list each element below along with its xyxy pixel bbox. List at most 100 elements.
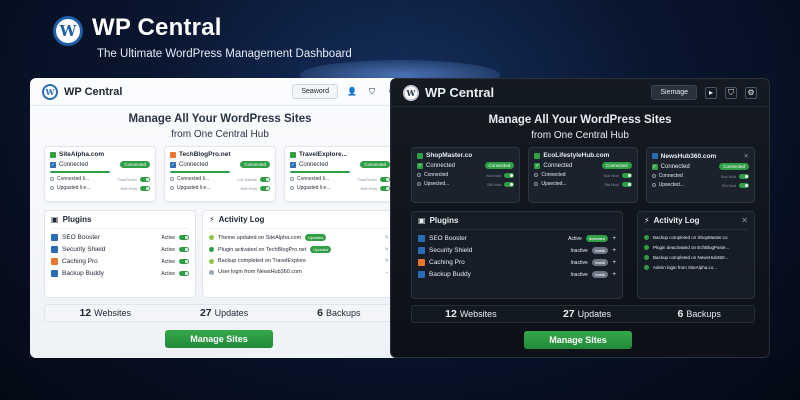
site-card[interactable]: SiteAlpha.com ✓ Connected Connected Connec…	[44, 146, 156, 202]
site-meta: Sbl Nod	[721, 182, 736, 188]
toggle-switch[interactable]	[621, 181, 632, 187]
plugin-row[interactable]: Backup Buddy Active	[51, 270, 189, 277]
hero-subtitle: The Ultimate WordPress Management Dashbo…	[97, 48, 352, 60]
site-detail: Upgasted li e...	[297, 185, 331, 191]
plugin-action-button[interactable]: Activated	[585, 235, 609, 242]
plugin-name: Caching Pro	[429, 259, 465, 266]
plugin-icon	[51, 246, 58, 253]
plugin-state: Active	[161, 246, 175, 253]
manage-sites-button[interactable]: Manage Sites	[165, 330, 273, 348]
status-badge: Connected	[484, 162, 515, 169]
radio-icon	[290, 186, 294, 190]
activity-log-panel: ⚡ Activity Log ✕ Backup completed on ShopM…	[637, 211, 755, 299]
site-card[interactable]: TravelExplore... ✓ Connected Connected Con…	[284, 146, 396, 202]
plugin-action-button[interactable]: Install	[591, 247, 609, 254]
wordpress-logo-icon: W	[53, 16, 83, 46]
site-card[interactable]: ShopMaster.co ✓ Connected Connected Connec…	[411, 147, 521, 203]
manage-sites-button[interactable]: Manage Sites	[524, 331, 632, 349]
shield-icon[interactable]: ⛉	[366, 86, 378, 98]
status-bar	[170, 171, 230, 173]
site-meta: Bdfl Radt	[240, 185, 257, 191]
activity-title: Activity Log	[218, 215, 265, 224]
plugin-row[interactable]: SEO Booster Active	[51, 234, 189, 241]
toggle-switch[interactable]	[504, 181, 515, 187]
close-icon[interactable]: ✕	[744, 152, 749, 160]
site-favicon-icon	[651, 153, 658, 159]
page-title: Manage All Your WordPress Sites from One…	[128, 113, 312, 140]
activity-item[interactable]: Plugin deactivated on EchBlogPaste...	[644, 245, 748, 250]
toggle-switch[interactable]	[140, 176, 150, 182]
plugin-icon	[418, 247, 425, 254]
search-button[interactable]: Seaword	[292, 84, 338, 99]
plugin-row[interactable]: Caching Pro Inactive Install +	[418, 259, 616, 266]
plus-icon[interactable]: +	[612, 247, 616, 254]
site-status: Connected	[299, 161, 329, 168]
activity-icon: ⚡	[209, 215, 215, 224]
play-icon[interactable]: ▸	[705, 86, 717, 99]
activity-item[interactable]: Backup completed on NewsHub360...	[644, 255, 748, 260]
activity-item[interactable]: Backup completed on ShopMaster.co	[644, 235, 748, 240]
plus-icon[interactable]: +	[612, 271, 616, 278]
plugin-row[interactable]: Backup Buddy Inactive Install +	[418, 271, 616, 278]
toggle-switch[interactable]	[504, 172, 515, 178]
settings-icon[interactable]: ⚙	[745, 86, 757, 99]
site-card[interactable]: TechBlogPro.net ✓ Connected Connected Conn…	[164, 146, 276, 202]
toggle-switch[interactable]	[621, 172, 632, 178]
check-icon: ✓	[651, 163, 658, 170]
radio-icon	[170, 177, 174, 181]
status-dot-icon	[209, 247, 214, 252]
toggle-switch[interactable]	[179, 235, 189, 240]
site-detail: Upgasted li e...	[177, 185, 211, 191]
site-detail: Upgasted li e...	[57, 185, 91, 191]
toggle-switch[interactable]	[140, 185, 150, 191]
plugin-row[interactable]: Security Shield Inactive Install +	[418, 247, 616, 254]
site-detail: Connected li...	[177, 176, 209, 182]
activity-item[interactable]: User login from NewsHub360.com ⌄	[209, 269, 389, 275]
site-meta: TaskFinder	[357, 176, 377, 182]
toggle-switch[interactable]	[179, 259, 189, 264]
plus-icon[interactable]: +	[612, 235, 616, 242]
light-header: W WP Central Seaword 👤 ⛉ ⚙	[30, 78, 410, 106]
status-dot-icon	[209, 269, 214, 275]
radio-icon	[50, 186, 54, 190]
toggle-switch[interactable]	[179, 271, 189, 276]
site-card[interactable]: NewsHub360.com ✕ ✓ Connected Connected Conn…	[645, 147, 755, 203]
site-favicon-icon	[50, 151, 56, 158]
status-badge: Connected	[120, 161, 150, 168]
site-card[interactable]: EcoLifestyleHub.com ✓ Connected Connected …	[528, 147, 638, 203]
activity-item[interactable]: Admin login from SiteAlpha.co...	[644, 265, 748, 270]
plugin-row[interactable]: Caching Pro Active	[51, 258, 189, 265]
search-button[interactable]: Siemage	[651, 85, 697, 100]
plugins-title: Plugins	[62, 215, 92, 224]
status-badge: Connected	[240, 161, 270, 168]
plugin-action-button[interactable]: Install	[591, 271, 609, 278]
shield-icon[interactable]: ⛉	[725, 86, 737, 99]
toggle-switch[interactable]	[260, 176, 270, 182]
activity-item[interactable]: Backup completed on TravelExplore ✎	[209, 258, 389, 264]
plugin-state: Active	[161, 270, 175, 277]
plugin-row[interactable]: SEO Booster Active Activated +	[418, 235, 616, 242]
activity-item[interactable]: Theme updated on SiteAlpha.com Updated ✎	[209, 234, 389, 241]
stats-bar: 12 Websites 27 Updates 6 Backups	[44, 304, 396, 322]
plugin-name: Security Shield	[429, 247, 473, 254]
toggle-switch[interactable]	[260, 185, 270, 191]
pin-icon: ✎	[384, 246, 389, 253]
user-icon[interactable]: 👤	[346, 86, 358, 98]
activity-text: Plugin deactivated on EchBlogPaste...	[653, 245, 730, 250]
site-status: Connected	[179, 161, 209, 168]
toggle-switch[interactable]	[380, 176, 390, 182]
close-icon[interactable]: ✕	[741, 216, 748, 225]
activity-item[interactable]: Plugin activated on TechBlogPro.net Updat…	[209, 246, 389, 253]
plus-icon[interactable]: +	[612, 259, 616, 266]
toggle-switch[interactable]	[738, 173, 749, 179]
site-detail: Connected	[541, 172, 566, 178]
dark-header: W WP Central Siemage ▸ ⛉ ⚙	[391, 79, 769, 107]
plugin-action-button[interactable]: Install	[591, 259, 609, 266]
status-dot-icon	[644, 245, 649, 250]
toggle-switch[interactable]	[380, 185, 390, 191]
toggle-switch[interactable]	[179, 247, 189, 252]
plugin-state: Active	[161, 258, 175, 265]
toggle-switch[interactable]	[738, 182, 749, 188]
activity-text: Backup completed on NewsHub360...	[653, 255, 729, 260]
plugin-row[interactable]: Security Shield Active	[51, 246, 189, 253]
